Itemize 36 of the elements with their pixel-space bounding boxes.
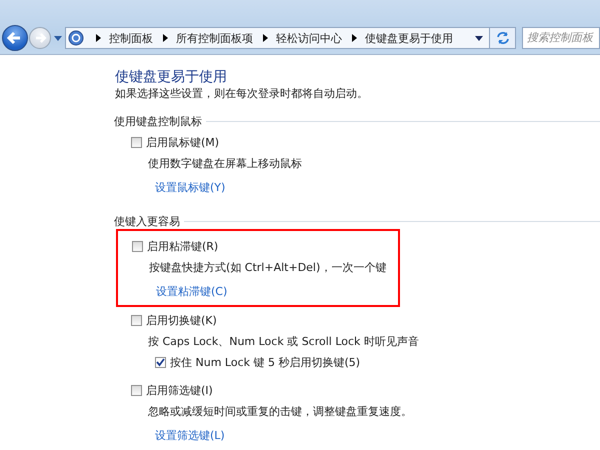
refresh-button[interactable] <box>490 27 516 49</box>
refresh-icon <box>496 31 510 45</box>
option-description: 使用数字键盘在屏幕上移动鼠标 <box>148 156 302 171</box>
search-field[interactable]: 搜索控制面板 <box>522 27 600 49</box>
control-panel-icon <box>68 30 84 46</box>
breadcrumb[interactable]: 控制面板 <box>109 30 153 46</box>
settings-link[interactable]: 设置筛选键(L) <box>155 428 225 443</box>
checkbox[interactable] <box>131 384 142 396</box>
settings-link[interactable]: 设置粘滞键(C) <box>156 284 228 299</box>
checkbox-label[interactable]: 启用切换键(K) <box>146 312 217 328</box>
page-title: 使键盘更易于使用 <box>115 68 228 86</box>
checkbox[interactable] <box>131 136 142 148</box>
checkbox-label[interactable]: 启用筛选键(I) <box>146 382 213 398</box>
section-heading: 使用键盘控制鼠标 <box>114 114 202 129</box>
address-bar[interactable]: 控制面板 所有控制面板项 轻松访问中心 使键盘更易于使用 <box>65 27 490 49</box>
breadcrumb[interactable]: 使键盘更易于使用 <box>365 30 453 46</box>
page-subtitle: 如果选择这些设置，则在每次登录时都将自动启动。 <box>115 86 369 101</box>
checkbox[interactable] <box>155 356 166 368</box>
option-description: 按 Caps Lock、Num Lock 或 Scroll Lock 时听见声音 <box>148 334 419 349</box>
checkbox[interactable] <box>131 314 142 326</box>
settings-link[interactable]: 设置鼠标键(Y) <box>155 180 226 195</box>
checkbox[interactable] <box>132 240 143 252</box>
checkbox-label[interactable]: 按住 Num Lock 键 5 秒启用切换键(5) <box>170 354 360 370</box>
triangle-icon[interactable] <box>96 34 101 42</box>
triangle-icon[interactable] <box>163 34 168 42</box>
option-description: 按键盘快捷方式(如 Ctrl+Alt+Del)，一次一个键 <box>149 260 388 275</box>
triangle-icon[interactable] <box>263 34 268 42</box>
breadcrumb[interactable]: 轻松访问中心 <box>276 30 342 46</box>
breadcrumb[interactable]: 所有控制面板项 <box>176 30 253 46</box>
triangle-icon[interactable] <box>352 34 357 42</box>
checkbox-label[interactable]: 启用鼠标键(M) <box>146 134 220 150</box>
checkbox-label[interactable]: 启用粘滞键(R) <box>147 238 218 254</box>
back-button[interactable] <box>2 25 28 51</box>
option-description: 忽略或减缓短时间或重复的击键，调整键盘重复速度。 <box>148 404 412 419</box>
section-heading: 使键入更容易 <box>114 214 180 229</box>
dropdown-arrow-icon[interactable] <box>475 36 483 40</box>
